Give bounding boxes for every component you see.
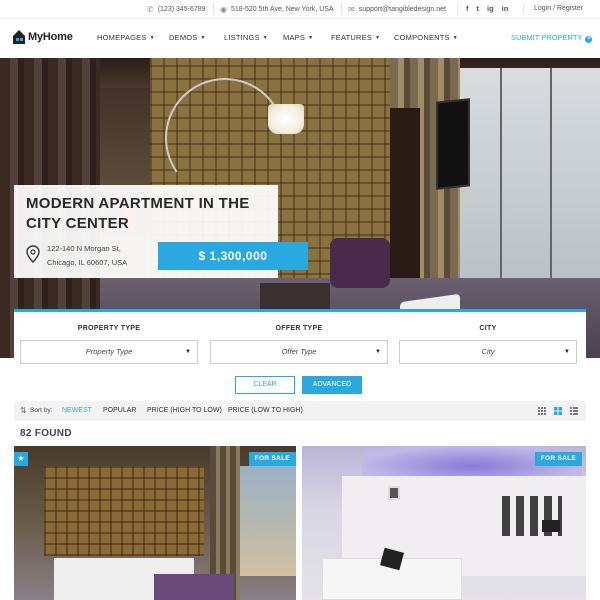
city-select[interactable]: City ▼ [399,340,577,364]
divider [213,4,214,14]
nav-label: FEATURES [331,33,373,42]
nav-label: HOMEPAGES [97,33,147,42]
offer-type-label: OFFER TYPE [275,325,323,332]
facebook-icon[interactable]: f [466,4,469,13]
twitter-icon[interactable]: t [477,4,480,13]
logo[interactable]: MyHome [12,29,73,45]
clear-button[interactable]: CLEAR [235,376,295,394]
property-card[interactable]: ★ FOR SALE [14,446,296,600]
nav-label: COMPONENTS [394,33,450,42]
card-image-window [240,466,296,576]
mail-icon: ✉ [348,5,355,14]
nav-demos[interactable]: DEMOS ▼ [169,33,206,42]
nav-label: MAPS [283,33,306,42]
city-label: CITY [479,325,497,332]
dropdown-arrow-icon: ▼ [185,349,191,355]
nav-homepages[interactable]: HOMEPAGES ▼ [97,33,155,42]
address-line-2: Chicago, IL 60607, USA [47,258,128,267]
card-image-rug [154,574,234,600]
sort-bar: ⇅ Sort by: NEWEST POPULAR PRICE (HIGH TO… [14,401,586,421]
email-text: support@tangibledesign.net [358,6,446,13]
main-nav: MyHome HOMEPAGES ▼ DEMOS ▼ LISTINGS ▼ MAPS ▼… [0,18,600,58]
offer-type-select[interactable]: Offer Type ▼ [210,340,388,364]
sort-label: Sort by: [30,407,53,414]
email-info[interactable]: ✉ support@tangibledesign.net [348,5,446,14]
card-image-wall [44,466,204,556]
submit-property-button[interactable]: SUBMIT PROPERTY + [511,33,593,43]
caret-down-icon: ▼ [308,35,314,41]
grid-2-view-icon[interactable] [554,407,562,415]
sort-price-low-high[interactable]: PRICE (LOW TO HIGH) [228,407,303,414]
linkedin-icon[interactable]: in [502,4,509,13]
card-image-picture [388,486,400,500]
nav-maps[interactable]: MAPS ▼ [283,33,313,42]
nav-components[interactable]: COMPONENTS ▼ [394,33,458,42]
nav-label: LISTINGS [224,33,260,42]
top-bar: ✆ (123) 345-6789 ◉ 518-520 5th Ave, New … [0,0,600,18]
nav-listings[interactable]: LISTINGS ▼ [224,33,268,42]
hero-window [460,68,600,298]
address-info: ◉ 518-520 5th Ave, New York, USA [220,5,334,14]
submit-label: SUBMIT PROPERTY [511,33,583,42]
property-type-select[interactable]: Property Type ▼ [20,340,198,364]
location-icon: ◉ [220,5,227,14]
divider [523,4,524,14]
property-address: 122-140 N Morgan St, Chicago, IL 60607, … [47,242,167,270]
property-price[interactable]: $ 1,300,000 [158,242,308,270]
list-view-icon[interactable] [570,407,578,415]
search-panel: PROPERTY TYPE OFFER TYPE CITY Property T… [14,309,586,401]
card-image-tv [542,520,560,532]
results-count: 82 FOUND [20,428,72,439]
divider [457,4,458,14]
featured-star-icon: ★ [14,452,28,466]
caret-down-icon: ▼ [149,35,155,41]
instagram-icon[interactable]: ig [487,4,494,13]
sort-popular[interactable]: POPULAR [103,407,136,414]
city-value: City [481,347,495,356]
plus-icon: + [585,36,593,43]
phone-text: (123) 345-6789 [157,6,206,13]
nav-features[interactable]: FEATURES ▼ [331,33,380,42]
address-line-1: 122-140 N Morgan St, [47,244,121,253]
hero-lamp-shade [268,104,304,134]
map-pin-icon [26,245,40,263]
divider [341,4,342,14]
hero-chair [330,238,390,288]
for-sale-badge: FOR SALE [534,452,582,466]
hero-tv [436,98,470,190]
nav-label: DEMOS [169,33,198,42]
sort-price-high-low[interactable]: PRICE (HIGH TO LOW) [147,407,222,414]
hero-door [390,108,420,278]
house-logo-icon [13,30,25,44]
dropdown-arrow-icon: ▼ [564,349,570,355]
login-register-link[interactable]: Login / Register [534,5,583,12]
grid-3-view-icon[interactable] [538,407,546,415]
property-type-value: Property Type [85,347,133,356]
dropdown-arrow-icon: ▼ [375,349,381,355]
caret-down-icon: ▼ [200,35,206,41]
caret-down-icon: ▼ [375,35,381,41]
property-card[interactable]: FOR SALE [302,446,586,600]
address-text: 518-520 5th Ave, New York, USA [230,6,334,13]
property-type-label: PROPERTY TYPE [77,325,141,332]
sort-newest[interactable]: NEWEST [62,407,92,414]
phone-info[interactable]: ✆ (123) 345-6789 [147,5,206,14]
for-sale-badge: FOR SALE [248,452,296,466]
login-register-text: Login / Register [534,5,584,12]
phone-icon: ✆ [147,5,154,14]
offer-type-value: Offer Type [281,347,317,356]
advanced-button[interactable]: ADVANCED [302,376,362,394]
caret-down-icon: ▼ [262,35,268,41]
sort-icon: ⇅ [20,406,27,415]
social-links: f t ig in [466,4,508,13]
logo-text: MyHome [28,31,73,43]
caret-down-icon: ▼ [452,35,458,41]
property-title[interactable]: MODERN APARTMENT IN THE CITY CENTER [26,194,276,234]
